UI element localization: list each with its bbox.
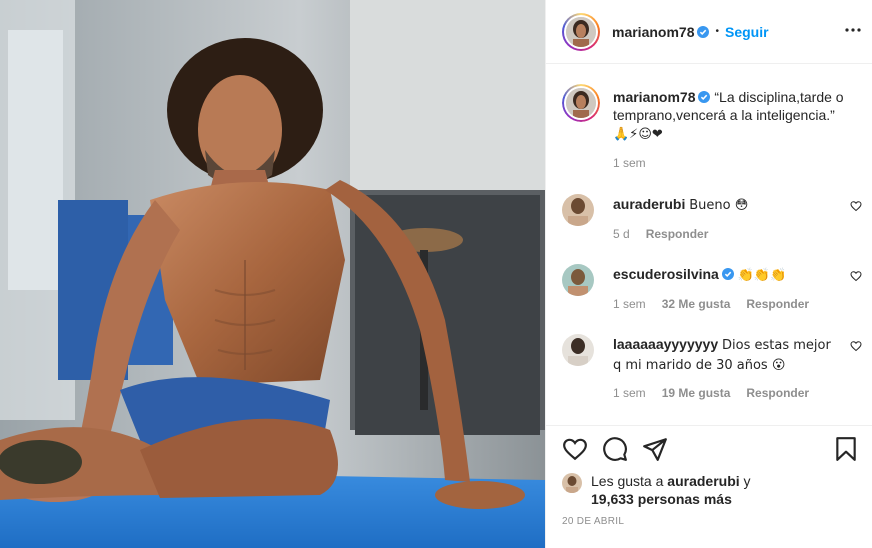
comment-icon[interactable] xyxy=(602,436,628,462)
post-actions: Les gusta a auraderubi y 19,633 personas… xyxy=(546,425,872,548)
liker-avatar[interactable] xyxy=(562,473,582,493)
author-avatar[interactable] xyxy=(562,12,600,51)
heart-icon[interactable] xyxy=(850,200,862,212)
comment-body: 👏👏👏 xyxy=(737,268,787,283)
verified-icon xyxy=(721,268,734,280)
comment-time[interactable]: 1 sem xyxy=(613,386,646,400)
verified-icon xyxy=(697,25,710,38)
comment-time[interactable]: 5 d xyxy=(613,227,630,241)
comment-likes[interactable]: 19 Me gusta xyxy=(662,386,731,400)
comment-time[interactable]: 1 sem xyxy=(613,297,646,311)
caption-emojis: 🙏⚡☺❤ xyxy=(613,127,663,142)
post-photo[interactable] xyxy=(0,0,545,548)
comment-avatar[interactable] xyxy=(562,194,594,226)
comment-row: auraderubi Bueno 😳 5 d Responder xyxy=(562,194,862,250)
comment-row: escuderosilvina 👏👏👏 1 sem 32 Me gusta Re… xyxy=(562,264,862,320)
heart-icon[interactable] xyxy=(562,436,588,462)
share-icon[interactable] xyxy=(642,436,668,462)
comment-body: Bueno 😳 xyxy=(689,198,749,213)
comment-meta: 1 sem 19 Me gusta Responder xyxy=(613,386,809,400)
caption-text: marianom78 “La disciplina,tarde o tempra… xyxy=(613,88,853,144)
comment-username[interactable]: auraderubi xyxy=(613,196,685,212)
comment-text: auraderubi Bueno 😳 xyxy=(613,195,838,215)
post-date[interactable]: 20 DE ABRIL xyxy=(562,516,624,527)
caption-time[interactable]: 1 sem xyxy=(613,156,646,170)
post-header: marianom78 • Seguir xyxy=(546,0,872,64)
caption-username[interactable]: marianom78 xyxy=(613,89,695,105)
likes-text: Les gusta a auraderubi y 19,633 personas… xyxy=(591,472,751,508)
post-photo-illustration xyxy=(0,0,545,548)
heart-icon[interactable] xyxy=(850,270,862,282)
reply-button[interactable]: Responder xyxy=(746,386,809,400)
follow-button[interactable]: Seguir xyxy=(725,24,769,40)
author-username[interactable]: marianom78 xyxy=(612,24,694,40)
caption-meta: 1 sem xyxy=(613,156,646,170)
likes-prefix: Les gusta a xyxy=(591,473,664,489)
more-options-icon[interactable] xyxy=(843,20,863,40)
action-icons xyxy=(562,436,668,462)
likes-summary: Les gusta a auraderubi y 19,633 personas… xyxy=(562,472,751,508)
separator-dot: • xyxy=(715,26,719,37)
caption-avatar[interactable] xyxy=(562,84,600,122)
verified-icon xyxy=(698,91,711,103)
comment-avatar[interactable] xyxy=(562,264,594,296)
likes-count[interactable]: 19,633 personas más xyxy=(591,491,732,507)
bookmark-icon[interactable] xyxy=(833,436,859,462)
comments-list[interactable]: marianom78 “La disciplina,tarde o tempra… xyxy=(546,65,872,425)
comment-text: laaaaaayyyyyyy Dios estas mejor q mi mar… xyxy=(613,335,838,375)
reply-button[interactable]: Responder xyxy=(746,297,809,311)
comment-avatar[interactable] xyxy=(562,334,594,366)
comment-likes[interactable]: 32 Me gusta xyxy=(662,297,731,311)
post-side-panel: marianom78 • Seguir marianom78 “La disci… xyxy=(545,0,872,548)
comment-username[interactable]: laaaaaayyyyyyy xyxy=(613,336,718,352)
likes-suffix: y xyxy=(743,473,751,489)
comment-username[interactable]: escuderosilvina xyxy=(613,266,719,282)
heart-icon[interactable] xyxy=(850,340,862,352)
comment-meta: 1 sem 32 Me gusta Responder xyxy=(613,297,809,311)
comment-row: laaaaaayyyyyyy Dios estas mejor q mi mar… xyxy=(562,334,862,404)
caption-row: marianom78 “La disciplina,tarde o tempra… xyxy=(562,84,862,180)
comment-meta: 5 d Responder xyxy=(613,227,708,241)
reply-button[interactable]: Responder xyxy=(646,227,709,241)
likes-user[interactable]: auraderubi xyxy=(667,473,739,489)
comment-text: escuderosilvina 👏👏👏 xyxy=(613,265,838,285)
